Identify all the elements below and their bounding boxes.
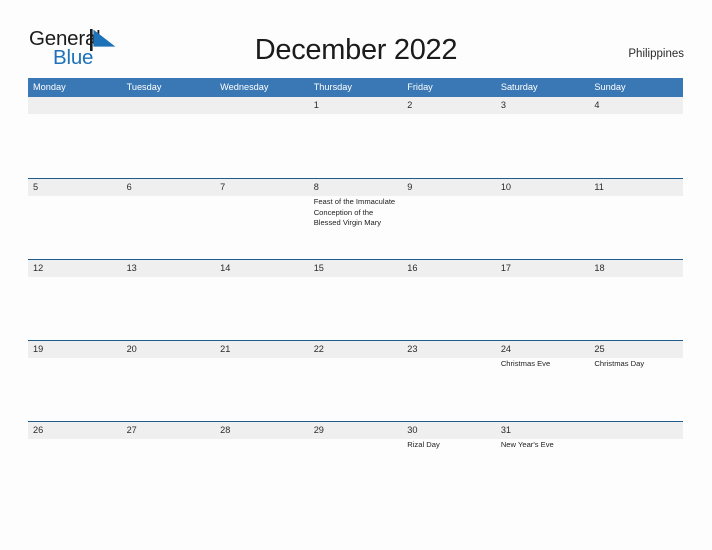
day-cell[interactable]: 30 Rizal Day	[402, 422, 496, 502]
day-number: 19	[33, 344, 44, 354]
day-number: 29	[313, 425, 324, 435]
holiday-event-label: Christmas Day	[594, 359, 645, 368]
day-cell[interactable]: 2	[402, 97, 496, 177]
day-number: 14	[220, 263, 231, 273]
weekday-header-saturday: Saturday	[500, 82, 538, 92]
day-number: 6	[126, 182, 132, 192]
day-cell[interactable]: 13	[122, 260, 216, 340]
day-cell[interactable]: 23	[402, 341, 496, 421]
week-cells: 12 13 14 15 16 17 18	[28, 260, 683, 340]
calendar-page: General Blue December 2022 Philippines M…	[0, 0, 712, 550]
day-cell[interactable]: 26	[28, 422, 122, 502]
day-number: 13	[126, 263, 137, 273]
day-cell[interactable]: 19	[28, 341, 122, 421]
weekday-header-row: Monday Tuesday Wednesday Thursday Friday Satu…	[28, 78, 683, 97]
day-cell[interactable]: 29	[309, 422, 403, 502]
page-header: General Blue December 2022 Philippines	[0, 0, 712, 78]
day-cell[interactable]: 5	[28, 179, 122, 259]
day-number: 27	[126, 425, 137, 435]
day-cell[interactable]: 17	[496, 260, 590, 340]
day-number: 15	[313, 263, 324, 273]
day-number: 20	[126, 344, 137, 354]
day-cell[interactable]: 25 Christmas Day	[589, 341, 683, 421]
day-number: 28	[220, 425, 231, 435]
weekday-header-sunday: Sunday	[594, 82, 626, 92]
day-number: 5	[33, 182, 39, 192]
day-cell[interactable]: 10	[496, 179, 590, 259]
day-number: 4	[594, 100, 600, 110]
holiday-event-label: New Year's Eve	[500, 440, 554, 449]
day-cell[interactable]: 18	[589, 260, 683, 340]
day-number: 11	[594, 182, 604, 192]
page-title: December 2022	[254, 34, 458, 66]
day-number: 1	[313, 100, 319, 110]
day-cell[interactable]: 22	[309, 341, 403, 421]
day-cell[interactable]: 28	[215, 422, 309, 502]
calendar-weeks: 1 2 3 4 5 6 7 8 Feast of the Immaculate Concepti…	[28, 97, 683, 502]
day-number: 22	[313, 344, 324, 354]
holiday-event-label: Feast of the Immaculate Conception of th…	[313, 197, 396, 228]
day-cell[interactable]: 14	[215, 260, 309, 340]
day-cell[interactable]: 7	[215, 179, 309, 259]
calendar-week-row: 1 2 3 4	[28, 97, 683, 178]
day-cell-empty	[215, 97, 309, 177]
week-cells: 5 6 7 8 Feast of the Immaculate Conception o…	[28, 179, 683, 259]
day-number: 12	[33, 263, 44, 273]
day-number: 2	[407, 100, 413, 110]
weekday-header-tuesday: Tuesday	[126, 82, 162, 92]
day-cell[interactable]: 15	[309, 260, 403, 340]
day-number: 31	[500, 425, 512, 435]
day-cell[interactable]: 12	[28, 260, 122, 340]
day-cell[interactable]: 31 New Year's Eve	[496, 422, 590, 502]
day-number: 16	[407, 263, 418, 273]
day-cell[interactable]: 8 Feast of the Immaculate Conception of t…	[309, 179, 403, 259]
day-cell[interactable]: 24 Christmas Eve	[496, 341, 590, 421]
day-number: 26	[33, 425, 44, 435]
day-cell[interactable]: 3	[496, 97, 590, 177]
day-number: 7	[220, 182, 226, 192]
day-number: 25	[594, 344, 605, 354]
day-cell[interactable]: 11	[589, 179, 683, 259]
day-number: 23	[407, 344, 418, 354]
day-cell-empty	[589, 422, 683, 502]
weekday-header-thursday: Thursday	[313, 82, 352, 92]
weekday-header-wednesday: Wednesday	[220, 82, 269, 92]
week-cells: 1 2 3 4	[28, 97, 683, 177]
weekday-header-monday: Monday	[33, 82, 66, 92]
day-number: 10	[500, 182, 512, 192]
day-cell[interactable]: 6	[122, 179, 216, 259]
weekday-header-friday: Friday	[407, 82, 433, 92]
calendar-week-row: 12 13 14 15 16 17 18	[28, 259, 683, 340]
day-cell[interactable]: 21	[215, 341, 309, 421]
day-cell[interactable]: 4	[589, 97, 683, 177]
day-number: 3	[500, 100, 506, 110]
day-cell[interactable]: 27	[122, 422, 216, 502]
day-cell[interactable]: 9	[402, 179, 496, 259]
day-cell[interactable]: 1	[309, 97, 403, 177]
calendar-week-row: 19 20 21 22 23 24 Christmas Eve 25 Christmas Day	[28, 340, 683, 421]
day-number: 24	[500, 344, 512, 354]
day-number: 8	[313, 182, 319, 192]
day-number: 30	[407, 425, 418, 435]
calendar-week-row: 26 27 28 29 30 Rizal Day 31 New Year's Eve	[28, 421, 683, 502]
holiday-event-label: Rizal Day	[407, 440, 440, 449]
day-number: 18	[594, 263, 605, 273]
day-number: 9	[407, 182, 413, 192]
day-cell[interactable]: 16	[402, 260, 496, 340]
week-cells: 26 27 28 29 30 Rizal Day 31 New Year's Eve	[28, 422, 683, 502]
calendar-grid: Monday Tuesday Wednesday Thursday Friday Satu…	[28, 78, 683, 502]
day-number: 21	[220, 344, 231, 354]
day-number: 17	[500, 263, 512, 273]
day-cell[interactable]: 20	[122, 341, 216, 421]
day-cell-empty	[28, 97, 122, 177]
day-cell-empty	[122, 97, 216, 177]
week-cells: 19 20 21 22 23 24 Christmas Eve 25 Christmas Day	[28, 341, 683, 421]
calendar-week-row: 5 6 7 8 Feast of the Immaculate Conception o…	[28, 178, 683, 259]
holiday-event-label: Christmas Eve	[500, 359, 551, 368]
country-label: Philippines	[628, 48, 684, 60]
